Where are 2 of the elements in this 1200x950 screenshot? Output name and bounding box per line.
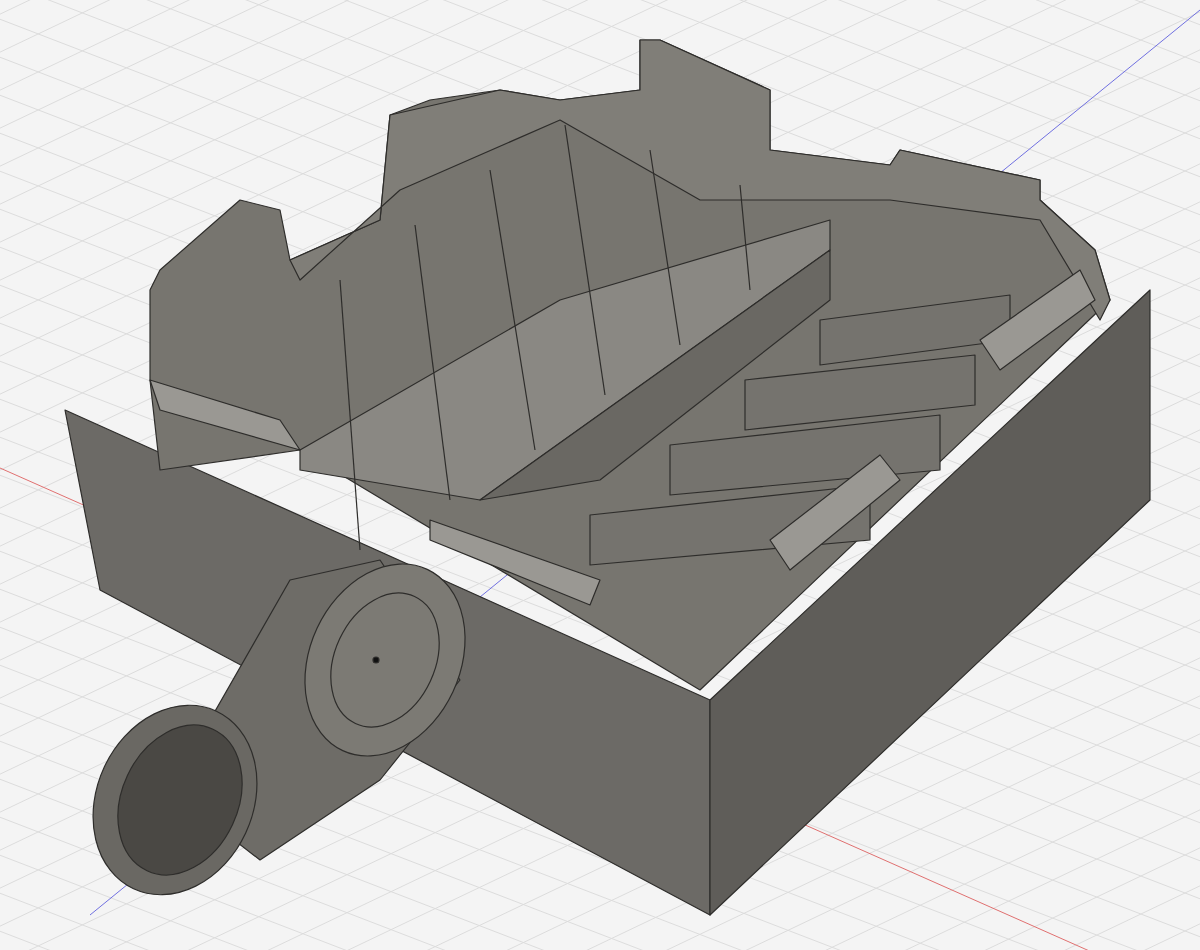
cad-viewport[interactable] [0, 0, 1200, 950]
model-drawing[interactable] [64, 39, 1151, 916]
